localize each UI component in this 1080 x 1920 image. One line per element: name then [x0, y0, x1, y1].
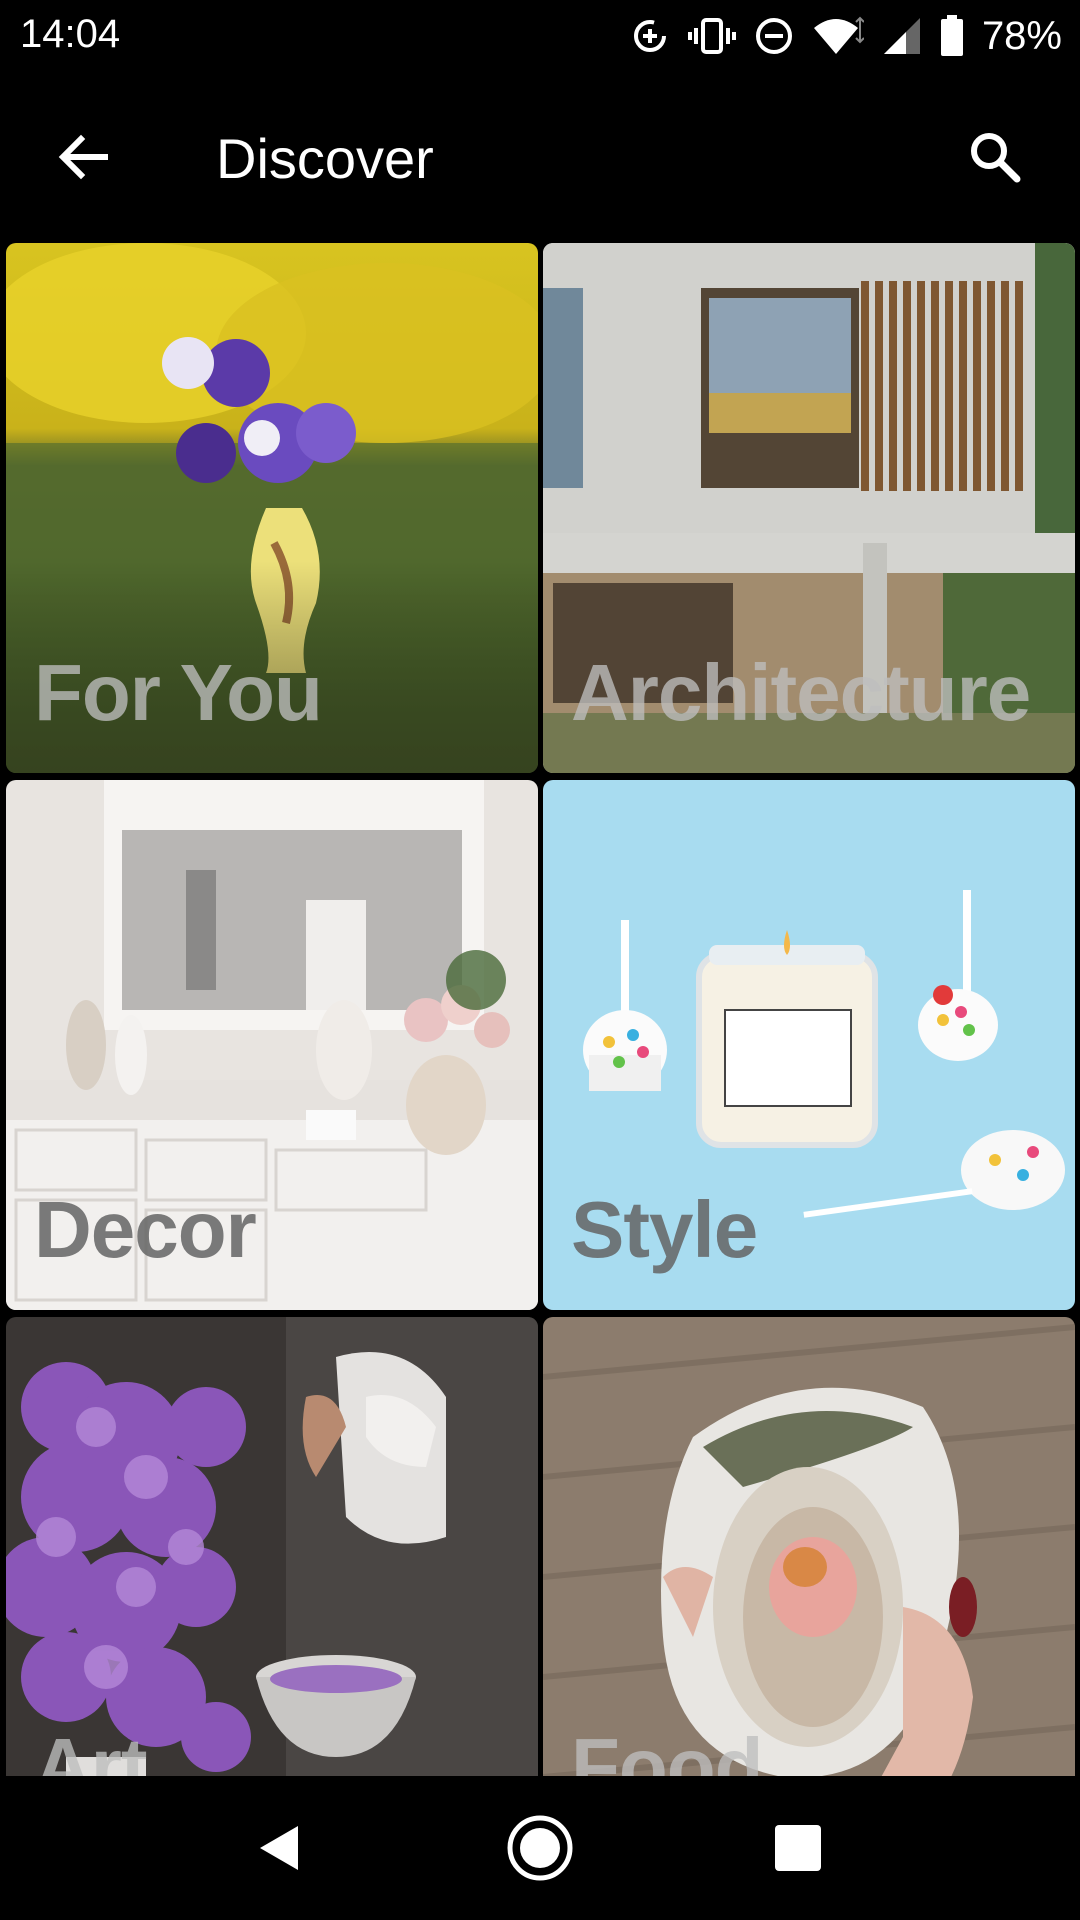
category-label: Style [571, 1185, 758, 1274]
system-navigation-bar [0, 1776, 1080, 1920]
wifi-icon [813, 16, 864, 54]
status-icons: 78% [630, 10, 1062, 62]
category-tile-architecture[interactable]: Architecture [543, 243, 1075, 773]
data-saver-icon [633, 20, 666, 52]
arrow-back-icon [58, 134, 108, 180]
page-title: Discover [216, 127, 434, 190]
app-bar: Discover [0, 74, 1080, 240]
search-button[interactable] [952, 114, 1038, 200]
discover-screen: 14:04 78% Discover For You Architecture … [0, 0, 1080, 1920]
recents-square-icon [775, 1825, 821, 1871]
do-not-disturb-icon [755, 18, 792, 54]
food-image [543, 1317, 1075, 1776]
home-circle-icon [507, 1815, 573, 1881]
category-tile-food[interactable]: Food [543, 1317, 1075, 1776]
nav-back-button[interactable] [240, 1808, 320, 1888]
category-label: Decor [34, 1185, 257, 1274]
search-icon [971, 133, 1021, 183]
category-label: Art [34, 1722, 148, 1776]
vibrate-icon [687, 18, 736, 54]
category-tile-style[interactable]: Style [543, 780, 1075, 1310]
battery-icon [940, 15, 963, 56]
cellular-signal-icon [883, 18, 920, 54]
nav-recents-button[interactable] [758, 1808, 838, 1888]
category-label: Architecture [571, 648, 1031, 737]
nav-home-button[interactable] [500, 1808, 580, 1888]
category-tile-art[interactable]: Art [6, 1317, 538, 1776]
status-time: 14:04 [20, 12, 121, 56]
status-bar: 14:04 78% [0, 0, 1080, 74]
back-triangle-icon [260, 1826, 298, 1870]
category-label: Food [571, 1722, 763, 1776]
battery-percent: 78% [981, 13, 1062, 58]
category-grid: For You Architecture Decor Style Art Foo… [0, 240, 1080, 1776]
category-tile-decor[interactable]: Decor [6, 780, 538, 1310]
art-image [6, 1317, 538, 1776]
category-tile-for-you[interactable]: For You [6, 243, 538, 773]
category-label: For You [34, 648, 323, 737]
back-button[interactable] [40, 114, 126, 200]
